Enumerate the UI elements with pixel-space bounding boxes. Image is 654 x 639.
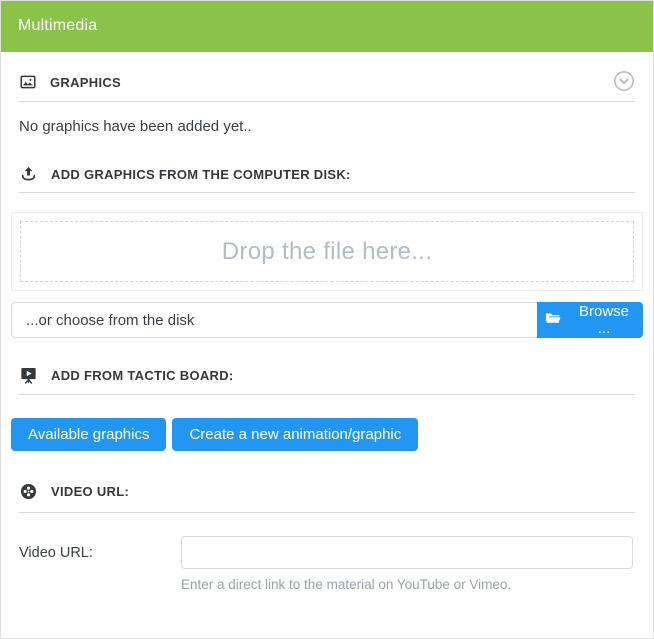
graphics-empty-message: No graphics have been added yet.. (19, 118, 635, 135)
upload-icon (19, 165, 38, 184)
tactic-board-icon (19, 366, 38, 385)
graphics-section-label: GRAPHICS (50, 75, 121, 90)
graphics-section-header: GRAPHICS (1, 69, 653, 95)
create-animation-button[interactable]: Create a new animation/graphic (172, 418, 418, 451)
tactic-section-label: ADD FROM TACTIC BOARD: (51, 368, 234, 383)
browse-button[interactable]: Browse ... (537, 302, 643, 338)
film-reel-icon (19, 482, 38, 501)
divider (19, 394, 635, 395)
tactic-buttons-row: Available graphics Create a new animatio… (11, 418, 643, 451)
file-chooser-group: Browse ... (11, 302, 643, 338)
dropzone-text: Drop the file here... (222, 238, 432, 266)
divider (19, 512, 635, 513)
video-url-label: Video URL: (19, 545, 181, 561)
image-icon (19, 73, 37, 91)
file-dropzone-inner: Drop the file here... (20, 221, 634, 282)
video-url-helper-text: Enter a direct link to the material on Y… (181, 577, 633, 592)
file-dropzone[interactable]: Drop the file here... (11, 212, 643, 291)
video-url-input[interactable] (181, 536, 633, 569)
folder-open-icon (543, 310, 563, 331)
collapse-graphics-button[interactable] (613, 70, 635, 95)
video-section-label: VIDEO URL: (51, 484, 129, 499)
video-section-header: VIDEO URL: (1, 478, 653, 504)
video-url-form-row: Video URL: (19, 536, 633, 569)
panel-title: Multimedia (18, 17, 97, 35)
tactic-section-header: ADD FROM TACTIC BOARD: (1, 362, 653, 388)
divider (19, 192, 635, 193)
multimedia-panel: Multimedia GRAPHICS No graphics have bee… (0, 0, 654, 639)
available-graphics-button[interactable]: Available graphics (11, 418, 166, 451)
divider (19, 101, 635, 102)
browse-button-label: Browse ... (571, 303, 637, 337)
chevron-down-circle-icon (613, 70, 635, 95)
upload-section-header: ADD GRAPHICS FROM THE COMPUTER DISK: (1, 161, 653, 187)
file-path-input[interactable] (11, 302, 537, 338)
upload-section-label: ADD GRAPHICS FROM THE COMPUTER DISK: (51, 167, 351, 182)
panel-header: Multimedia (0, 0, 654, 52)
